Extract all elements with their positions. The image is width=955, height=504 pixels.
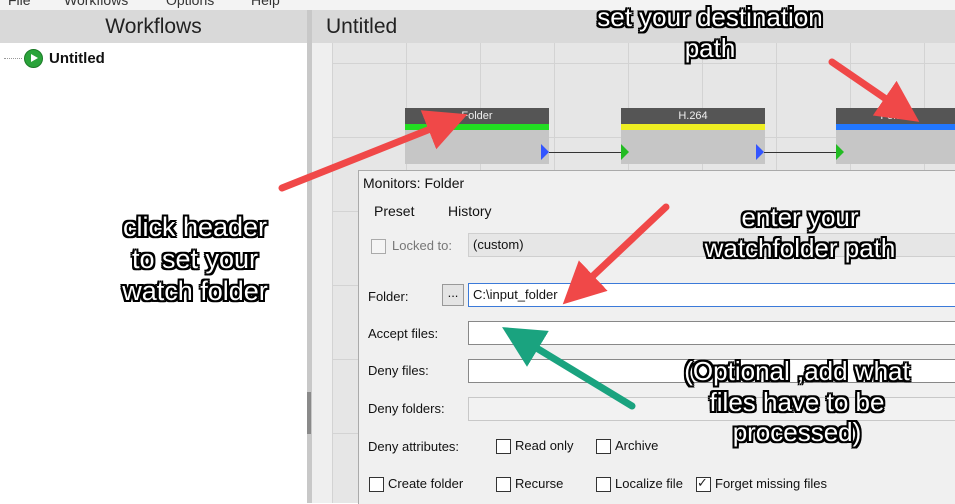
arrow-to-accept-files [502,327,636,410]
annotation-optional: (Optional ,add what files have to be pro… [684,356,910,448]
annotation-destination: set your destination path [597,2,823,63]
arrow-to-destination-folder [828,58,920,122]
annotation-watch-header: click header to set your watch folder [122,212,268,306]
arrow-to-folder-input [562,203,670,305]
arrow-to-source-folder [278,110,468,192]
annotation-watchfolder-path: enter your watchfolder path [704,202,896,263]
